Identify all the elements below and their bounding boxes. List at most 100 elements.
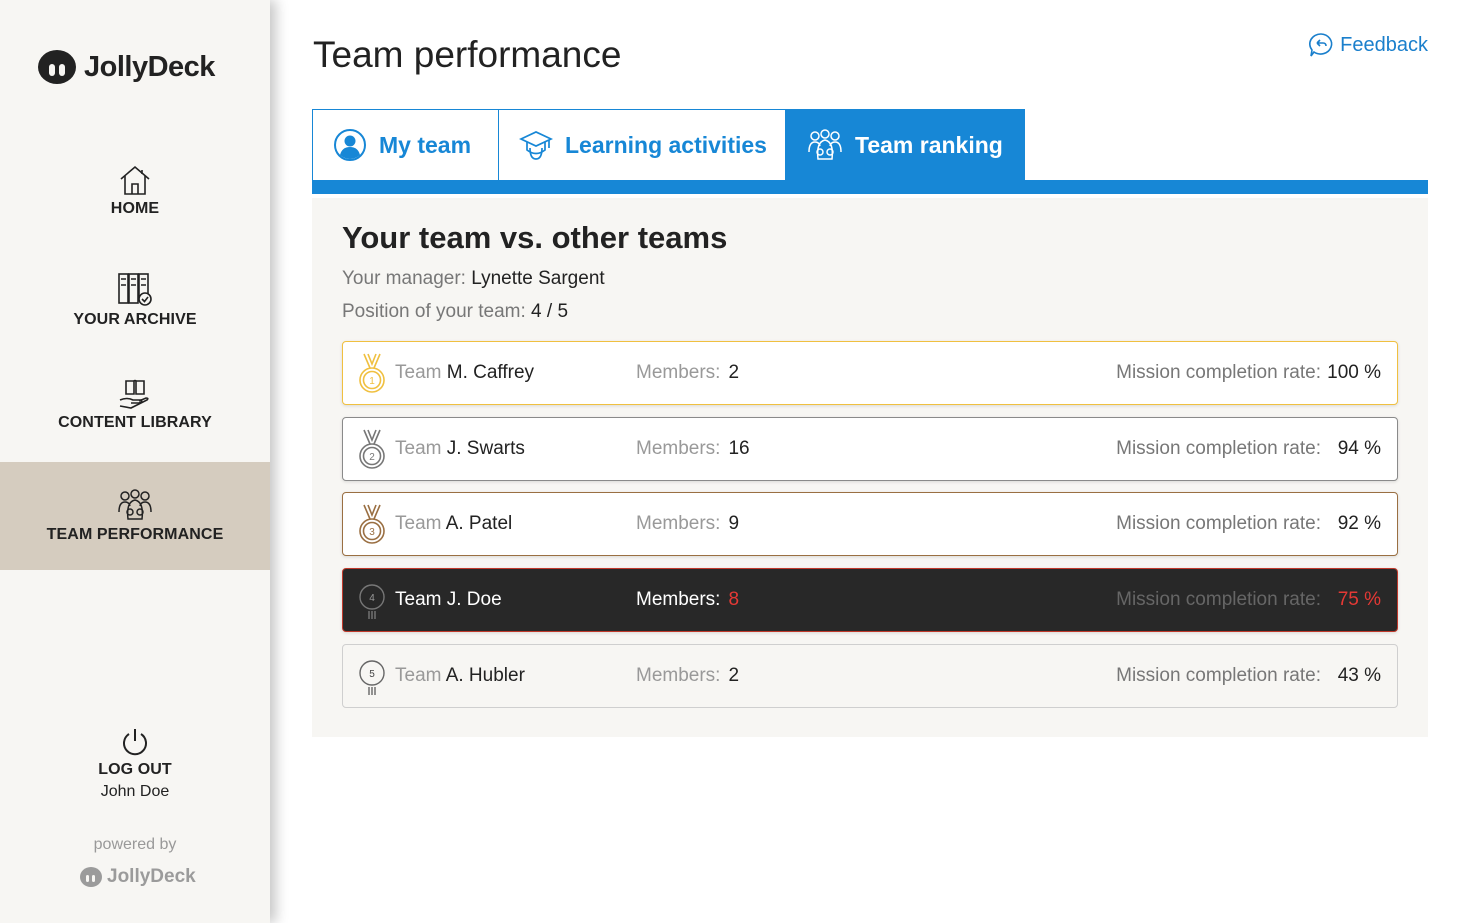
sidebar: JollyDeck HOME YOUR ARCHIVE CONTENT LIBR… bbox=[0, 0, 270, 923]
manager-label: Your manager: bbox=[342, 268, 466, 289]
members-count: 9 bbox=[728, 513, 740, 534]
team-label: Team bbox=[395, 589, 442, 610]
team-icon bbox=[808, 129, 842, 160]
gold-medal-icon: 1 bbox=[359, 353, 385, 393]
logout-button[interactable]: LOG OUT John Doe bbox=[0, 727, 270, 801]
team-icon bbox=[118, 489, 152, 520]
sidebar-item-home[interactable]: HOME bbox=[0, 164, 270, 218]
members-label: Members: bbox=[636, 513, 721, 534]
ranking-row: 2 Team J. Swarts Members: 16 Mission comp… bbox=[342, 417, 1398, 481]
medal-rank: 1 bbox=[369, 376, 375, 387]
rank-badge-icon: 4 bbox=[359, 584, 385, 619]
team-label: Team bbox=[395, 438, 442, 459]
rate-value: 94 % bbox=[1337, 438, 1381, 459]
rate-label: Mission completion rate: bbox=[1116, 438, 1321, 459]
silver-medal-icon: 2 bbox=[359, 429, 385, 469]
tab-label: My team bbox=[379, 131, 472, 158]
user-icon bbox=[334, 129, 366, 161]
rank-badge-icon: 5 bbox=[359, 660, 385, 695]
completion-rate-info: Mission completion rate: 43 % bbox=[1116, 665, 1381, 687]
members-info: Members: 16 bbox=[636, 438, 750, 460]
team-manager-name: J. Doe bbox=[446, 589, 502, 610]
tab-label: Team ranking bbox=[855, 131, 1003, 158]
position-value: 4 / 5 bbox=[531, 301, 569, 322]
completion-rate-info: Mission completion rate: 92 % bbox=[1116, 513, 1381, 535]
power-icon bbox=[123, 729, 147, 756]
sidebar-item-label: HOME bbox=[110, 200, 160, 217]
rate-value: 100 % bbox=[1327, 362, 1381, 383]
graduation-cap-icon bbox=[519, 131, 553, 160]
manager-name: Lynette Sargent bbox=[471, 268, 605, 289]
brand-logo[interactable]: JollyDeck bbox=[38, 50, 215, 84]
completion-rate-info: Mission completion rate: 94 % bbox=[1116, 438, 1381, 460]
tab-team-ranking[interactable]: Team ranking bbox=[786, 109, 1025, 194]
team-name: Team A. Patel bbox=[395, 513, 512, 535]
sidebar-item-label: YOUR ARCHIVE bbox=[73, 311, 197, 328]
rate-label: Mission completion rate: bbox=[1116, 589, 1321, 610]
team-manager-name: A. Hubler bbox=[445, 665, 525, 686]
ranking-row: 5 Team A. Hubler Members: 2 Mission compl… bbox=[342, 644, 1398, 708]
members-info: Members: 2 bbox=[636, 665, 739, 687]
members-info: Members: 2 bbox=[636, 362, 739, 384]
members-label: Members: bbox=[636, 589, 721, 610]
completion-rate-info: Mission completion rate: 100 % bbox=[1116, 362, 1381, 384]
bronze-medal-icon: 3 bbox=[359, 504, 385, 544]
medal-rank: 4 bbox=[369, 593, 375, 604]
team-label: Team bbox=[395, 362, 442, 383]
members-count: 2 bbox=[728, 362, 740, 383]
rate-value: 92 % bbox=[1337, 513, 1381, 534]
team-name: Team J. Doe bbox=[395, 589, 502, 611]
feedback-label: Feedback bbox=[1340, 33, 1428, 56]
members-count: 16 bbox=[728, 438, 750, 459]
team-name: Team M. Caffrey bbox=[395, 362, 534, 384]
user-name: John Doe bbox=[100, 783, 170, 800]
members-info: Members: 8 bbox=[636, 589, 739, 611]
powered-by-label: powered by bbox=[93, 836, 177, 853]
library-icon bbox=[119, 379, 149, 409]
feedback-link[interactable]: Feedback bbox=[1308, 32, 1428, 58]
team-manager-name: A. Patel bbox=[445, 513, 513, 534]
medal-rank: 2 bbox=[369, 452, 375, 463]
members-info: Members: 9 bbox=[636, 513, 739, 535]
team-label: Team bbox=[395, 665, 442, 686]
team-label: Team bbox=[395, 513, 442, 534]
logout-label: LOG OUT bbox=[98, 761, 172, 778]
ranking-row: 3 Team A. Patel Members: 9 Mission comple… bbox=[342, 492, 1398, 556]
team-manager-name: J. Swarts bbox=[446, 438, 525, 459]
sidebar-item-team-performance[interactable]: TEAM PERFORMANCE bbox=[0, 462, 270, 570]
tab-my-team[interactable]: My team bbox=[312, 109, 499, 180]
members-label: Members: bbox=[636, 665, 721, 686]
rate-label: Mission completion rate: bbox=[1116, 513, 1321, 534]
position-label: Position of your team: bbox=[342, 301, 526, 322]
ranking-row-own-team: 4 Team J. Doe Members: 8 Mission completi… bbox=[342, 568, 1398, 632]
medal-rank: 5 bbox=[369, 669, 375, 680]
members-label: Members: bbox=[636, 362, 721, 383]
tab-learning-activities[interactable]: Learning activities bbox=[498, 109, 786, 180]
ranking-panel: Your team vs. other teams Your manager: … bbox=[312, 198, 1428, 737]
feedback-icon bbox=[1309, 33, 1333, 57]
medal-rank: 3 bbox=[369, 527, 375, 538]
rate-label: Mission completion rate: bbox=[1116, 362, 1321, 383]
members-label: Members: bbox=[636, 438, 721, 459]
rate-label: Mission completion rate: bbox=[1116, 665, 1321, 686]
ranking-row: 1 Team M. Caffrey Members: 2 Mission comp… bbox=[342, 341, 1398, 405]
sidebar-item-label: CONTENT LIBRARY bbox=[58, 414, 212, 431]
team-manager-name: M. Caffrey bbox=[446, 362, 535, 383]
panel-title: Your team vs. other teams bbox=[342, 220, 728, 255]
team-name: Team J. Swarts bbox=[395, 438, 525, 460]
members-count: 2 bbox=[728, 665, 740, 686]
manager-info: Your manager: Lynette Sargent bbox=[342, 268, 605, 290]
powered-by-logo: JollyDeck bbox=[80, 866, 196, 888]
sidebar-item-content-library[interactable]: CONTENT LIBRARY bbox=[0, 378, 270, 432]
tab-label: Learning activities bbox=[565, 131, 767, 158]
rate-value: 43 % bbox=[1337, 665, 1381, 686]
sidebar-item-archive[interactable]: YOUR ARCHIVE bbox=[0, 271, 270, 329]
members-count: 8 bbox=[728, 589, 740, 610]
page-title: Team performance bbox=[313, 34, 622, 75]
team-name: Team A. Hubler bbox=[395, 665, 525, 687]
logo-icon bbox=[38, 50, 76, 84]
rate-value: 75 % bbox=[1337, 589, 1381, 610]
archive-icon bbox=[118, 273, 152, 306]
brand-name: JollyDeck bbox=[84, 50, 215, 83]
home-icon bbox=[120, 165, 150, 195]
